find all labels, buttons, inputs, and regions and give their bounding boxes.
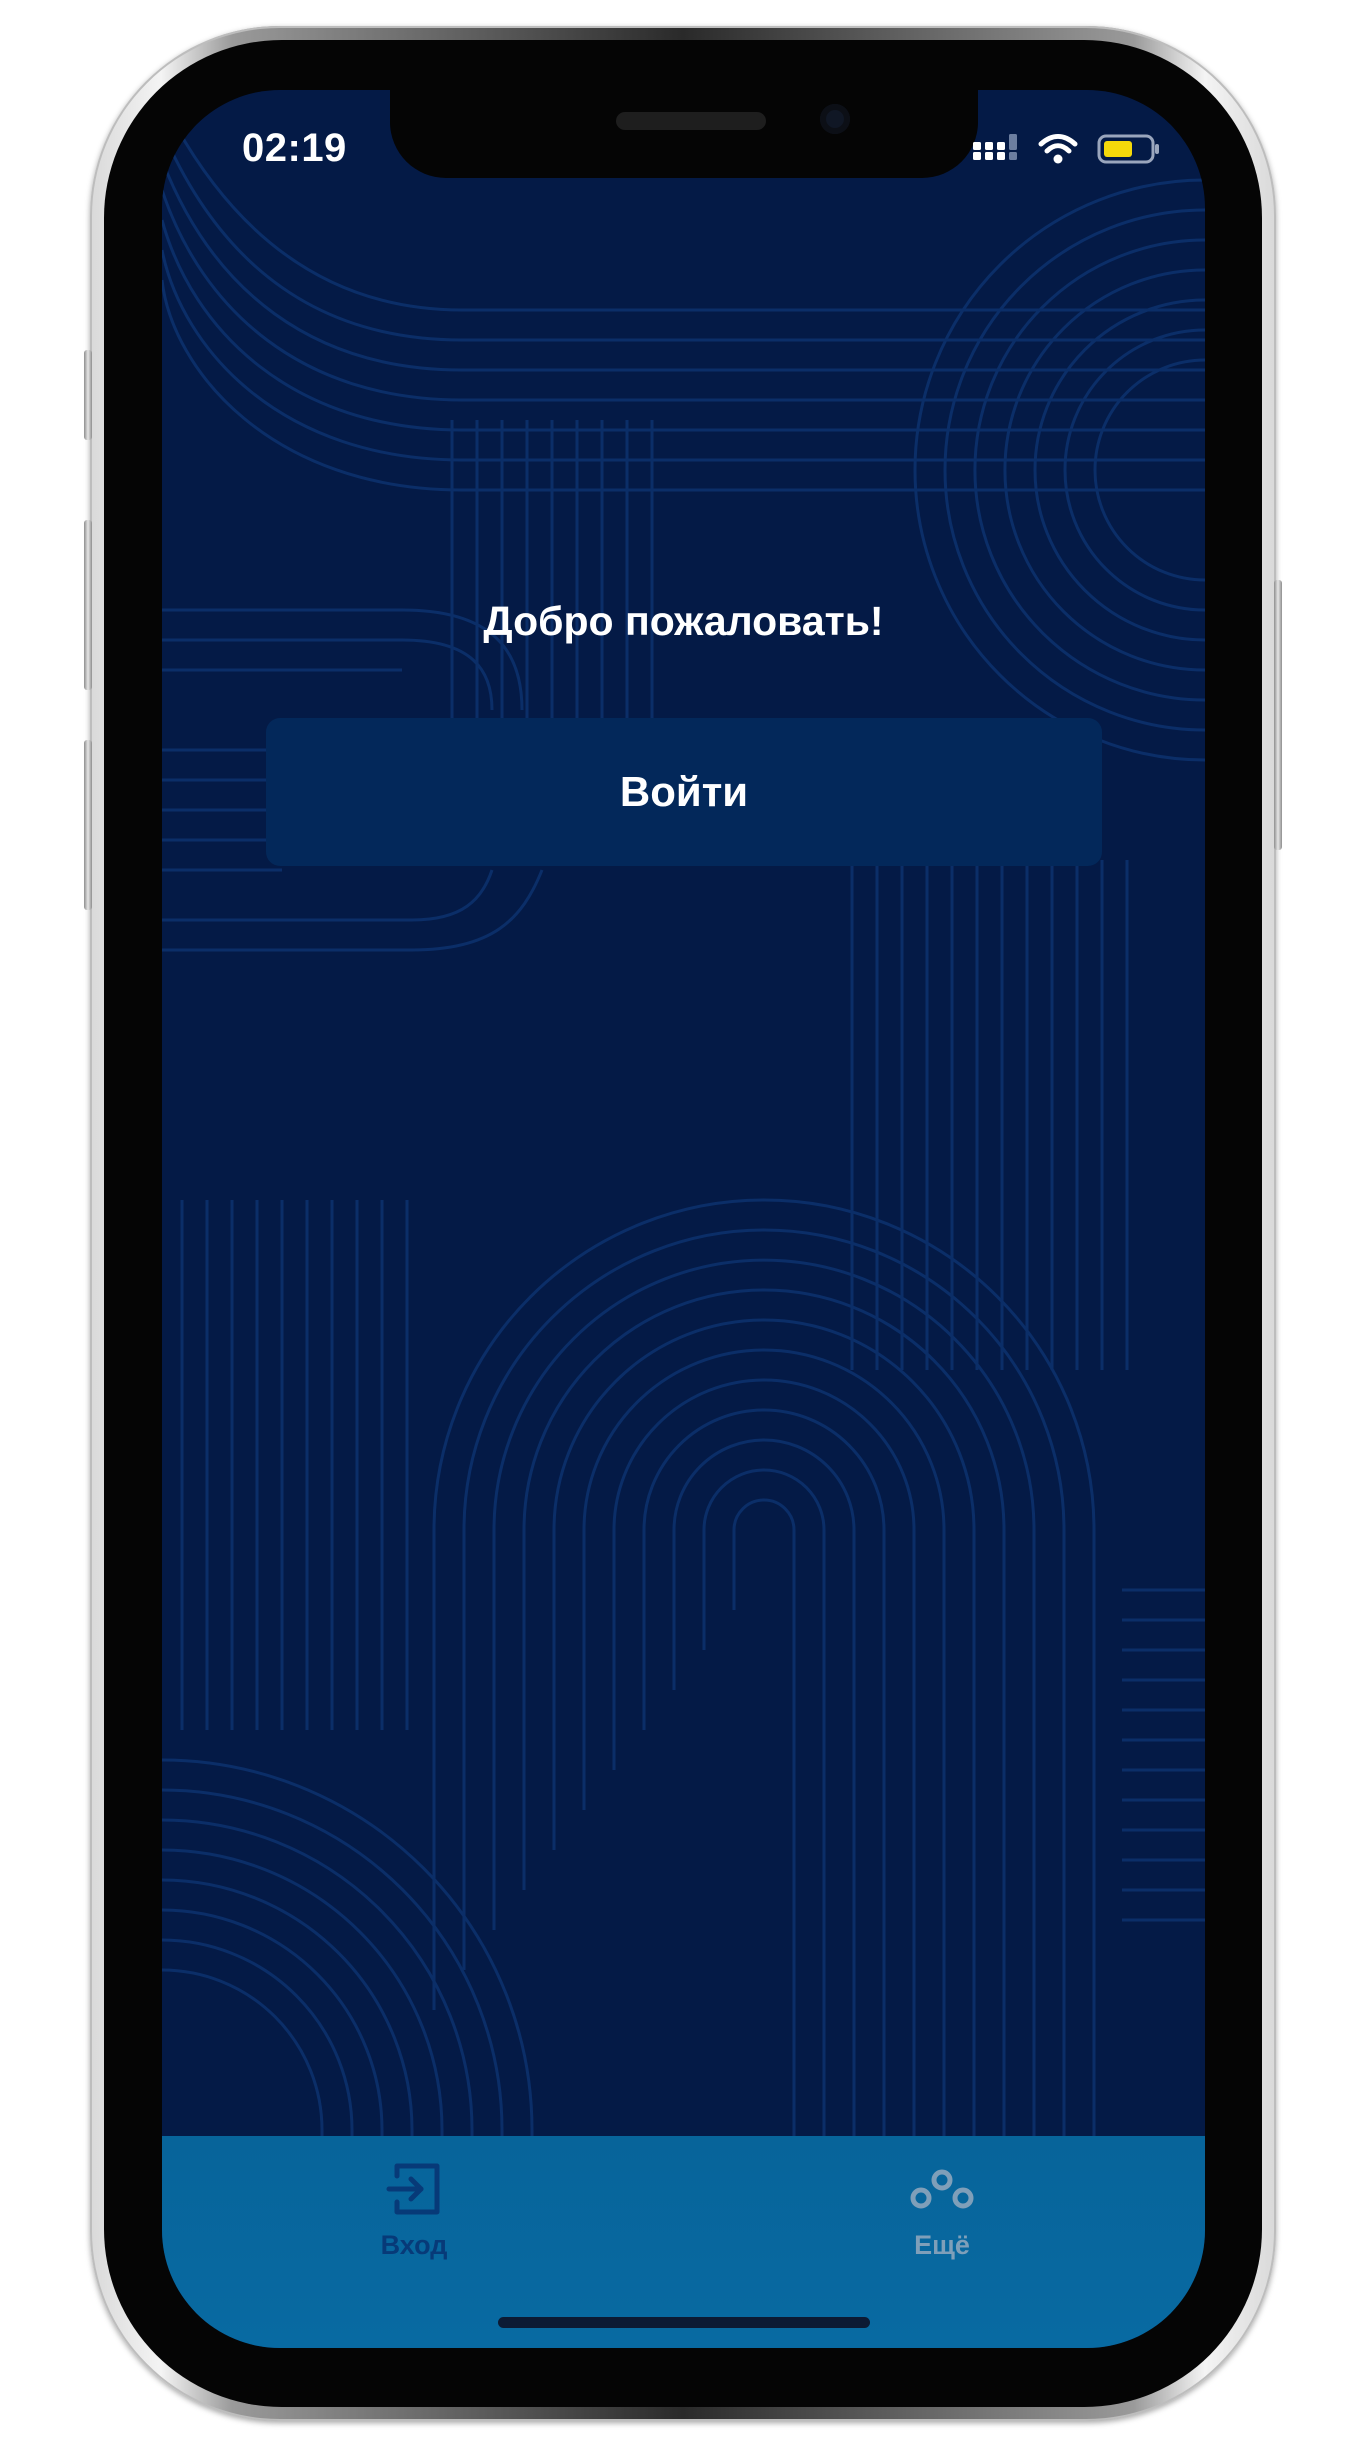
- login-icon: [386, 2163, 440, 2215]
- more-icon: [910, 2169, 974, 2209]
- tab-login[interactable]: Вход: [294, 2158, 534, 2288]
- welcome-title: Добро пожаловать!: [483, 598, 884, 644]
- home-indicator[interactable]: [498, 2317, 870, 2328]
- wifi-icon: [1038, 134, 1078, 164]
- volume-down-button: [84, 740, 92, 910]
- tab-login-label: Вход: [380, 2230, 448, 2260]
- tab-more[interactable]: Ещё: [822, 2158, 1062, 2288]
- volume-up-button: [84, 520, 92, 690]
- status-icons: [973, 132, 1161, 166]
- login-button-label: Войти: [619, 768, 749, 815]
- app-screen: 02:19 Добро пожаловать! Войти Вход Ещё: [162, 90, 1205, 2348]
- tab-bar: Вход Ещё: [162, 2136, 1205, 2348]
- silent-switch: [84, 350, 92, 440]
- status-time: 02:19: [242, 126, 347, 170]
- battery-icon: [1097, 134, 1159, 164]
- notch: [390, 90, 978, 178]
- tab-more-label: Ещё: [914, 2230, 970, 2260]
- login-button[interactable]: Войти: [266, 718, 1102, 866]
- background-pattern: [162, 99, 1205, 2136]
- earpiece-speaker: [616, 112, 766, 130]
- cellular-signal-icon: [973, 134, 1017, 160]
- power-button: [1274, 580, 1282, 850]
- front-camera: [820, 104, 850, 134]
